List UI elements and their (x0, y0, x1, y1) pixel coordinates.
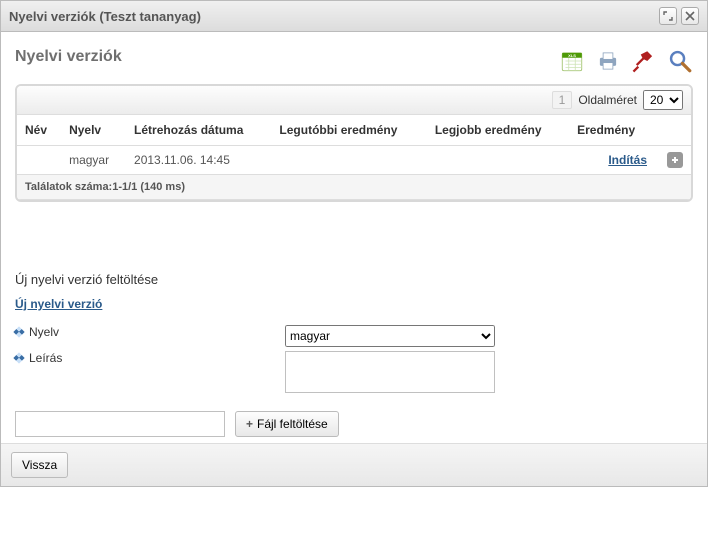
window-controls (659, 7, 699, 25)
desc-input[interactable] (285, 351, 495, 393)
back-button[interactable]: Vissza (11, 452, 68, 478)
summary-text: Találatok száma:1-1/1 (140 ms) (17, 175, 691, 200)
plus-icon: + (246, 417, 253, 431)
export-xls-icon[interactable]: XLS (559, 48, 585, 74)
col-best[interactable]: Legjobb eredmény (427, 115, 569, 146)
bullet-icon (13, 352, 24, 363)
footer: Vissza (1, 443, 707, 486)
file-path-display[interactable] (15, 411, 225, 437)
close-icon (685, 11, 695, 21)
col-created[interactable]: Létrehozás dátuma (126, 115, 271, 146)
results-panel: 1 Oldalméret 20 Név Nyelv Létrehozás dát… (15, 84, 693, 202)
cell-last (271, 146, 426, 175)
print-icon[interactable] (595, 48, 621, 74)
results-table: Név Nyelv Létrehozás dátuma Legutóbbi er… (17, 115, 691, 200)
upload-heading: Új nyelvi verzió feltöltése (15, 272, 693, 287)
window-title: Nyelvi verziók (Teszt tananyag) (9, 9, 201, 24)
cell-best (427, 146, 569, 175)
bullet-icon (13, 326, 24, 337)
page-size-label: Oldalméret (578, 93, 637, 107)
maximize-button[interactable] (659, 7, 677, 25)
upload-button[interactable]: + Fájl feltöltése (235, 411, 339, 437)
summary-row: Találatok száma:1-1/1 (140 ms) (17, 175, 691, 200)
titlebar: Nyelvi verziók (Teszt tananyag) (1, 1, 707, 32)
col-name[interactable]: Név (17, 115, 61, 146)
close-button[interactable] (681, 7, 699, 25)
search-icon[interactable] (667, 48, 693, 74)
expand-icon (663, 11, 673, 21)
pager: 1 Oldalméret 20 (17, 86, 691, 115)
new-version-link[interactable]: Új nyelvi verzió (15, 297, 102, 311)
launch-link[interactable]: Indítás (608, 153, 647, 167)
page-number: 1 (552, 91, 573, 109)
desc-label: Leírás (29, 351, 62, 365)
col-last[interactable]: Legutóbbi eredmény (271, 115, 426, 146)
col-lang[interactable]: Nyelv (61, 115, 126, 146)
upload-section: Új nyelvi verzió feltöltése Új nyelvi ve… (15, 272, 693, 437)
dialog: Nyelvi verziók (Teszt tananyag) Nyelvi v… (0, 0, 708, 487)
plus-icon (670, 155, 680, 165)
form-row-lang: Nyelv magyar (15, 325, 693, 347)
lang-select[interactable]: magyar (285, 325, 495, 347)
cell-created: 2013.11.06. 14:45 (126, 146, 271, 175)
table-row: magyar 2013.11.06. 14:45 Indítás (17, 146, 691, 175)
lang-label: Nyelv (29, 325, 59, 339)
pin-icon[interactable] (631, 48, 657, 74)
page-size-select[interactable]: 20 (643, 90, 683, 110)
page-heading-row: Nyelvi verziók XLS (15, 42, 693, 84)
col-result[interactable]: Eredmény (569, 115, 655, 146)
page-title: Nyelvi verziók (15, 48, 122, 66)
toolbar: XLS (559, 48, 693, 74)
file-row: + Fájl feltöltése (15, 411, 693, 437)
form-row-desc: Leírás (15, 351, 693, 393)
row-expand-button[interactable] (667, 152, 683, 168)
cell-name (17, 146, 61, 175)
cell-lang: magyar (61, 146, 126, 175)
svg-text:XLS: XLS (568, 53, 576, 58)
